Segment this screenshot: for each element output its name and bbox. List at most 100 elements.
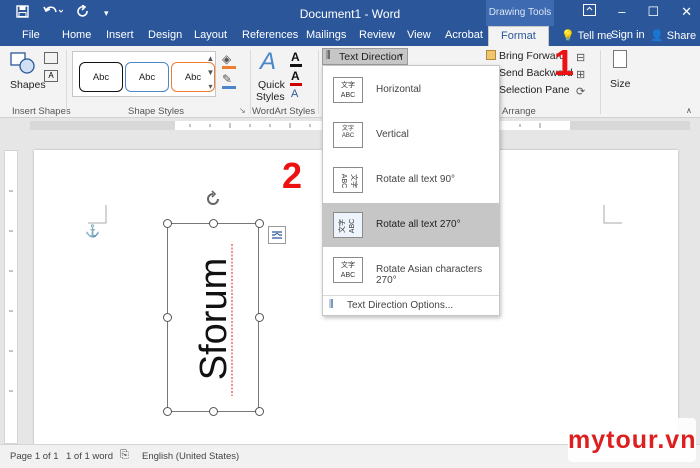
text-direction-icon: ⫼ xyxy=(326,50,331,61)
glyph-top: 文字 xyxy=(341,262,355,269)
resize-handle[interactable] xyxy=(163,407,172,416)
title-bar: ▾ Document1 - Word Drawing Tools – ☐ ✕ xyxy=(0,0,700,26)
shape-outline-icon[interactable]: ✎ xyxy=(222,72,232,86)
rotate-icon[interactable]: ⟳ xyxy=(576,85,585,98)
rotate-270-icon: 文字 ABC xyxy=(333,212,363,238)
shape-style-black[interactable]: Abc xyxy=(79,62,123,92)
shape-fill-icon[interactable]: ◈ xyxy=(222,52,231,66)
text-fill-icon[interactable]: A xyxy=(291,50,300,64)
selection-pane-label[interactable]: Selection Pane xyxy=(499,84,570,96)
menu-item-label: Text Direction Options... xyxy=(347,300,454,311)
divider xyxy=(250,50,251,114)
word-count[interactable]: 1 of 1 word xyxy=(66,451,113,462)
tab-mailings[interactable]: Mailings xyxy=(306,29,346,41)
text-direction-button[interactable]: ⫼ Text Direction ▾ xyxy=(322,48,408,65)
glyph-top: 文字 xyxy=(350,174,357,188)
proofing-icon[interactable]: ⎘ xyxy=(120,449,129,462)
shapes-gallery-button[interactable]: Shapes xyxy=(6,50,46,94)
sign-in-link[interactable]: Sign in xyxy=(611,29,645,41)
menu-divider xyxy=(323,295,499,296)
page-count[interactable]: Page 1 of 1 xyxy=(10,451,59,462)
shape-outline-color xyxy=(222,86,236,89)
menu-item-rotate-asian-270[interactable]: 文字 ABC Rotate Asian characters 270° xyxy=(323,248,499,292)
resize-handle[interactable] xyxy=(209,407,218,416)
tab-home[interactable]: Home xyxy=(62,29,91,41)
rotate-asian-270-icon: 文字 ABC xyxy=(333,257,363,283)
maximize-icon[interactable]: ☐ xyxy=(647,4,659,20)
layout-options-icon[interactable] xyxy=(268,226,286,244)
vertical-text-icon: 文字 ABC xyxy=(333,122,363,148)
step-1-annotation: 1 xyxy=(554,42,575,83)
tab-view[interactable]: View xyxy=(407,29,431,41)
lightbulb-icon: 💡 xyxy=(561,30,575,42)
resize-handle[interactable] xyxy=(163,219,172,228)
resize-handle[interactable] xyxy=(255,219,264,228)
shape-styles-gallery: Abc Abc Abc xyxy=(72,51,216,97)
resize-handle[interactable] xyxy=(255,313,264,322)
shapes-label: Shapes xyxy=(10,79,46,91)
text-effects-icon[interactable]: A xyxy=(291,88,298,100)
group-wordart-styles: WordArt Styles xyxy=(252,106,316,117)
tab-format[interactable]: Format xyxy=(488,26,549,46)
bring-forward-icon[interactable] xyxy=(486,50,496,60)
group-shape-styles: Shape Styles xyxy=(128,106,184,117)
tab-design[interactable]: Design xyxy=(148,29,182,41)
wordart-a-icon: A xyxy=(260,48,277,75)
tab-insert[interactable]: Insert xyxy=(106,29,134,41)
shapes-icon xyxy=(10,52,35,74)
horizontal-text-icon: 文字 ABC xyxy=(333,77,363,103)
resize-handle[interactable] xyxy=(163,313,172,322)
window-controls: – ☐ ✕ xyxy=(583,4,692,20)
watermark-logo: mytour.vn xyxy=(568,418,696,462)
glyph-bottom: ABC xyxy=(349,218,356,234)
menu-item-text-direction-options[interactable]: ⫼ Text Direction Options... xyxy=(323,297,499,315)
language-status[interactable]: English (United States) xyxy=(142,451,239,462)
menu-item-label: Rotate all text 270° xyxy=(376,219,461,230)
tell-me-box[interactable]: 💡 Tell me xyxy=(561,29,612,42)
person-icon: 👤 xyxy=(650,30,664,42)
group-insert-shapes: Insert Shapes xyxy=(12,106,71,117)
ribbon-display-options-icon[interactable] xyxy=(583,4,597,20)
edit-shape-icon[interactable] xyxy=(44,52,58,64)
menu-item-vertical[interactable]: 文字 ABC Vertical xyxy=(323,113,499,157)
align-icon[interactable]: ⊟ xyxy=(576,51,585,64)
quick-styles-button[interactable]: A Quick Styles xyxy=(254,48,288,104)
dialog-launcher-icon[interactable]: ↘ xyxy=(239,106,246,115)
anchor-icon[interactable]: ⚓ xyxy=(85,224,100,238)
tab-layout[interactable]: Layout xyxy=(194,29,227,41)
group-arrange: Arrange xyxy=(502,106,536,117)
menu-item-rotate-270[interactable]: 文字 ABC Rotate all text 270° xyxy=(323,203,499,247)
rotation-handle-icon[interactable] xyxy=(204,190,222,208)
menu-item-label: Vertical xyxy=(376,129,409,140)
menu-item-rotate-90[interactable]: 文字 ABC Rotate all text 90° xyxy=(323,158,499,202)
step-2-annotation: 2 xyxy=(282,155,303,196)
text-outline-icon[interactable]: A xyxy=(291,69,300,83)
tab-references[interactable]: References xyxy=(242,29,298,41)
collapse-ribbon-icon[interactable]: ∧ xyxy=(686,106,692,115)
share-button[interactable]: 👤 Share xyxy=(650,29,696,42)
glyph-top: 文字 xyxy=(341,82,355,89)
menu-item-label: Rotate Asian characters 270° xyxy=(376,264,483,286)
glyph-bottom: ABC xyxy=(340,92,356,99)
tab-acrobat[interactable]: Acrobat xyxy=(445,29,483,41)
resize-handle[interactable] xyxy=(209,219,218,228)
size-button[interactable]: Size xyxy=(606,50,634,100)
divider xyxy=(66,50,67,114)
close-icon[interactable]: ✕ xyxy=(681,4,692,20)
tab-review[interactable]: Review xyxy=(359,29,395,41)
gallery-scroll-icon[interactable]: ▲ ▼ ▾ xyxy=(205,52,216,96)
vertical-ruler[interactable] xyxy=(4,150,18,444)
tab-file[interactable]: File xyxy=(22,29,40,41)
vertical-ruler-ticks xyxy=(9,190,13,392)
text-fill-color xyxy=(290,64,302,67)
group-objects-icon[interactable]: ⊞ xyxy=(576,68,585,81)
minimize-icon[interactable]: – xyxy=(618,4,625,20)
text-box[interactable]: Sforum xyxy=(167,223,259,412)
quick-styles-label-1: Quick xyxy=(258,79,285,91)
text-direction-label: Text Direction xyxy=(339,51,403,63)
resize-handle[interactable] xyxy=(255,407,264,416)
context-tab-group-label: Drawing Tools xyxy=(486,0,554,26)
menu-item-horizontal[interactable]: 文字 ABC Horizontal xyxy=(323,68,499,112)
shape-style-blue[interactable]: Abc xyxy=(125,62,169,92)
draw-textbox-icon[interactable]: A xyxy=(44,70,58,82)
